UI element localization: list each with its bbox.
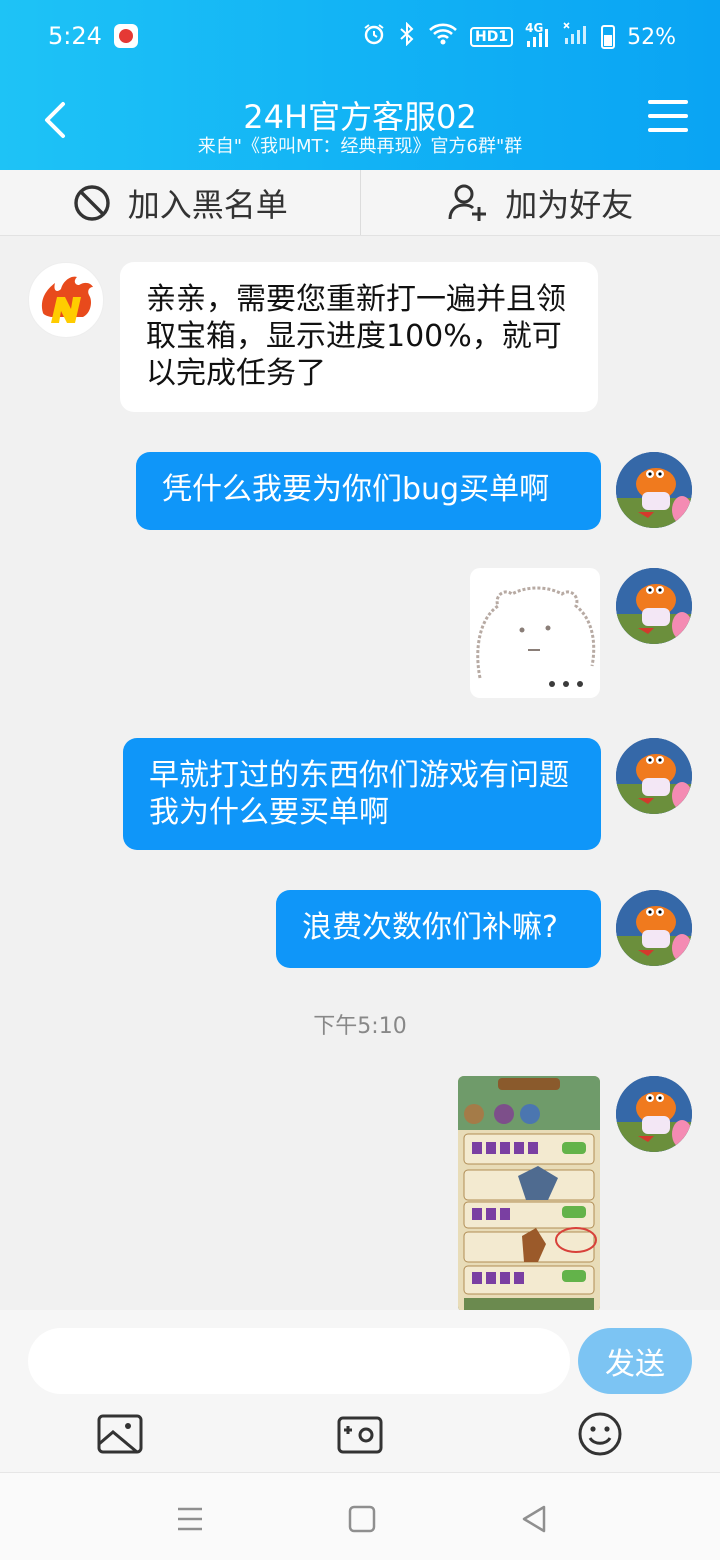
battery-icon <box>601 25 616 49</box>
home-button[interactable] <box>342 1499 382 1539</box>
message-bubble-outgoing[interactable]: 凭什么我要为你们bug买单啊 <box>136 452 601 530</box>
my-avatar[interactable] <box>616 890 692 966</box>
message-input[interactable] <box>28 1328 570 1394</box>
blacklist-button[interactable]: 加入黑名单 <box>0 170 361 235</box>
menu-icon-bar <box>648 128 688 132</box>
fish-character-icon <box>616 1076 692 1152</box>
sticker-message[interactable] <box>470 568 600 698</box>
no-signal-icon <box>563 22 589 52</box>
fish-character-icon <box>616 738 692 814</box>
message-bubble-outgoing[interactable]: 浪费次数你们补嘛? <box>276 890 601 968</box>
system-navigation-bar <box>0 1472 720 1560</box>
fish-character-icon <box>616 452 692 528</box>
blacklist-label: 加入黑名单 <box>127 185 288 224</box>
emoji-button[interactable] <box>576 1410 624 1458</box>
bluetooth-icon <box>398 21 416 52</box>
emoji-icon <box>578 1412 622 1456</box>
fish-character-icon <box>616 890 692 966</box>
chat-header: 5:24 HD1 4G 52% 24H官方客服02 来自"《我叫MT：经典再现》… <box>0 0 720 170</box>
triangle-back-icon <box>522 1505 546 1533</box>
message-bubble-incoming[interactable]: 亲亲，需要您重新打一遍并且领取宝箱，显示进度100%，就可以完成任务了 <box>120 262 598 412</box>
gallery-button[interactable] <box>96 1410 144 1458</box>
contact-actions: 加入黑名单 加为好友 <box>0 170 720 236</box>
battery-percent: 52% <box>627 24 676 50</box>
my-avatar[interactable] <box>616 738 692 814</box>
clock: 5:24 <box>48 22 102 50</box>
camera-icon <box>337 1416 383 1454</box>
my-avatar[interactable] <box>616 1076 692 1152</box>
add-friend-icon <box>448 184 487 221</box>
message-bubble-outgoing[interactable]: 早就打过的东西你们游戏有问题我为什么要买单啊 <box>123 738 601 850</box>
menu-button[interactable] <box>648 100 688 140</box>
add-friend-label: 加为好友 <box>505 185 634 224</box>
my-avatar[interactable] <box>616 452 692 528</box>
send-button[interactable]: 发送 <box>578 1328 692 1394</box>
image-message[interactable] <box>458 1076 600 1312</box>
wifi-icon <box>428 22 458 52</box>
app-badge-icon <box>114 24 138 48</box>
signal-icon: 4G <box>525 21 551 49</box>
add-friend-button[interactable]: 加为好友 <box>361 170 720 235</box>
menu-icon-bar <box>648 100 688 104</box>
agent-avatar[interactable] <box>28 262 104 338</box>
menu-icon-bar <box>648 114 688 118</box>
game-screenshot-thumbnail <box>458 1076 600 1312</box>
recent-apps-button[interactable] <box>170 1499 210 1539</box>
message-timestamp: 下午5:10 <box>313 1014 407 1039</box>
bear-sticker-icon <box>476 586 596 687</box>
composer: 发送 <box>0 1310 720 1472</box>
recents-icon <box>178 1507 202 1531</box>
my-avatar[interactable] <box>616 568 692 644</box>
camera-button[interactable] <box>336 1410 384 1458</box>
system-back-button[interactable] <box>514 1499 554 1539</box>
chat-subtitle: 来自"《我叫MT：经典再现》官方6群"群 <box>197 136 523 157</box>
flame-logo-icon <box>41 276 93 323</box>
fish-character-icon <box>616 568 692 644</box>
status-bar: 5:24 HD1 4G 52% <box>0 0 720 74</box>
hd-icon: HD1 <box>470 27 514 47</box>
home-icon <box>348 1505 376 1533</box>
block-icon <box>74 184 110 221</box>
status-icons: HD1 4G 52% <box>362 21 676 52</box>
gallery-icon <box>97 1414 143 1454</box>
nav-bar: 24H官方客服02 来自"《我叫MT：经典再现》官方6群"群 <box>0 74 720 170</box>
alarm-icon <box>362 22 386 52</box>
